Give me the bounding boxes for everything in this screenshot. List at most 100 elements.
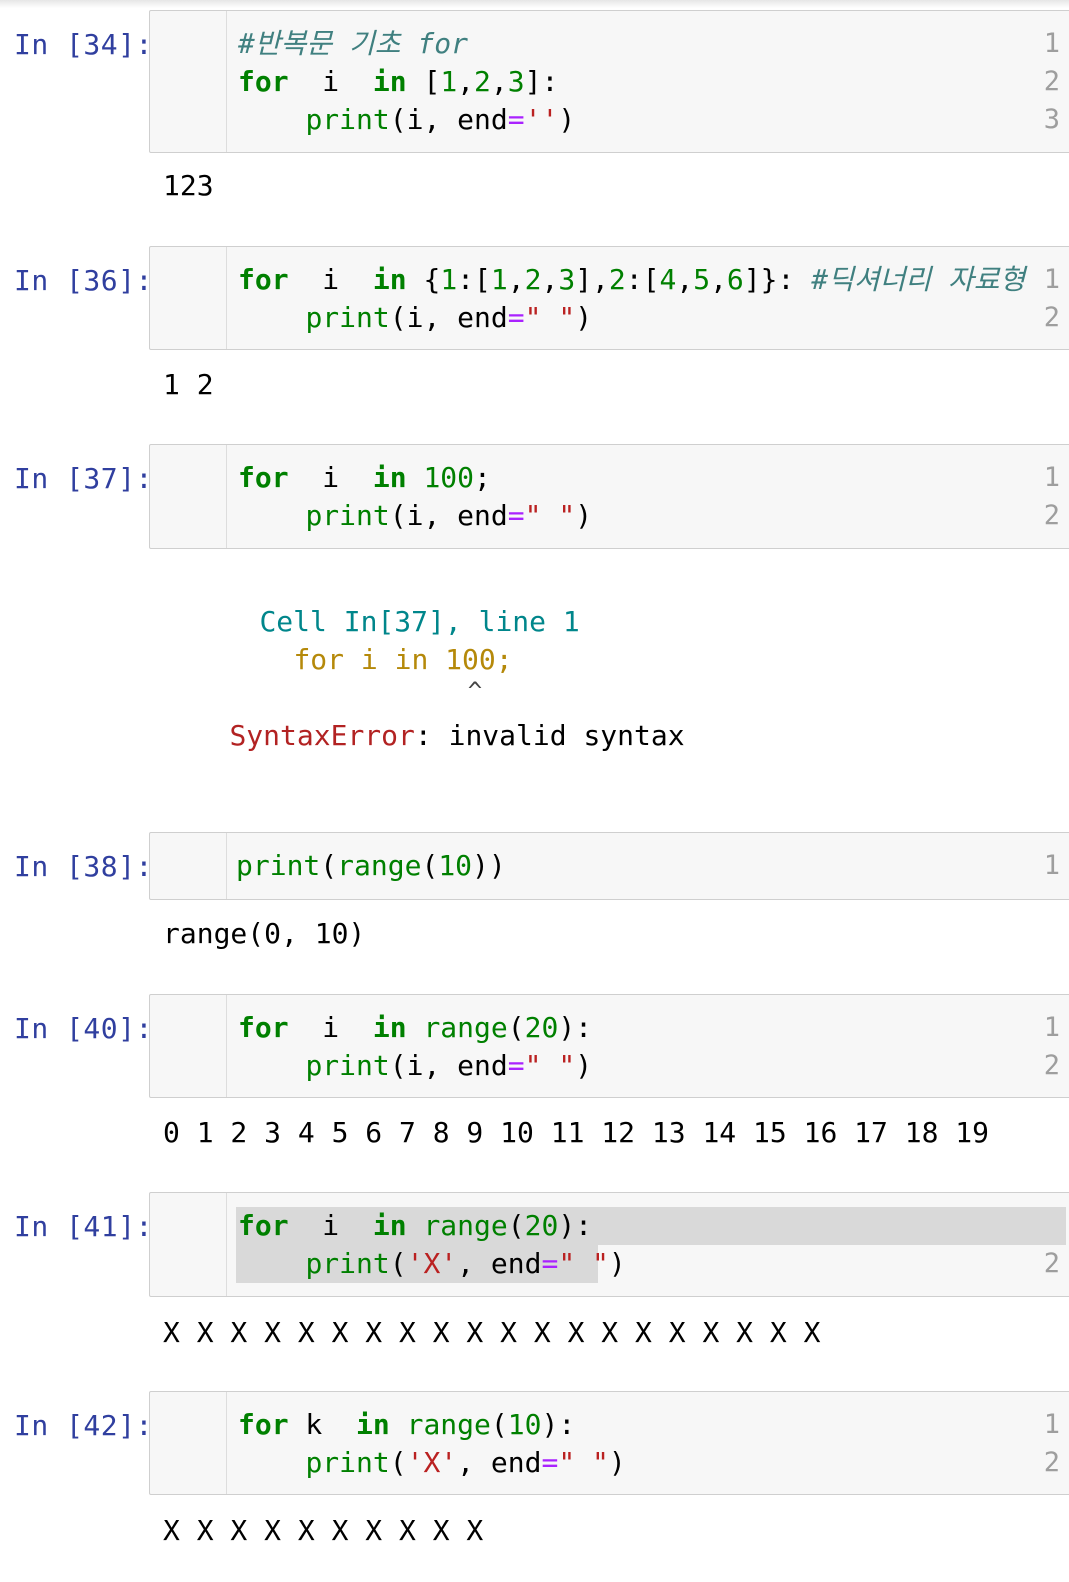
line-number: 1 [1043, 850, 1060, 881]
line-number: 2 [1043, 66, 1060, 97]
code-token: , end [457, 1446, 542, 1479]
code-token: in [356, 1408, 390, 1441]
notebook-top-shadow [0, 0, 1069, 8]
code-token: in [372, 1011, 407, 1044]
code-line: for i in {1:[1,2,3],2:[4,5,6]}: #딕셔너리 자료… [238, 261, 1025, 299]
code-token: 1 [440, 263, 458, 296]
code-token: for [238, 65, 289, 98]
code-token: in [372, 1209, 407, 1242]
line-number: 2 [1043, 500, 1060, 531]
cell-output: 0 1 2 3 4 5 6 7 8 9 10 11 12 13 14 15 16… [163, 1116, 990, 1149]
code-token: 20 [524, 1209, 559, 1242]
code-token: 1 [440, 65, 458, 98]
code-token: :[ [625, 263, 660, 296]
code-line: print(i, end=" ") [238, 1047, 592, 1085]
code-token: print [305, 1247, 390, 1280]
code-token: , [507, 263, 525, 296]
code-token: ) [558, 103, 576, 136]
line-number: 2 [1043, 1447, 1060, 1478]
code-token: '' [524, 103, 559, 136]
code-token: " " [558, 1446, 609, 1479]
code-input[interactable]: 1 2 for i in range(20): print(i, end=" "… [149, 994, 1069, 1098]
line-number: 3 [1043, 104, 1060, 135]
code-token: i [288, 263, 373, 296]
code-token: print [305, 1446, 390, 1479]
code-token: print [305, 103, 390, 136]
code-token: , [490, 65, 508, 98]
code-line: print('X', end=" ") [236, 1245, 626, 1283]
code-token: " " [524, 1049, 576, 1082]
code-token: 6 [726, 263, 744, 296]
code-token: , [457, 65, 475, 98]
cell-prompt: In [37]: [14, 462, 153, 495]
code-token: print [305, 301, 390, 334]
code-token: ; [474, 461, 491, 494]
code-token: (i, end [389, 301, 508, 334]
code-line: for i in 100; [238, 459, 491, 497]
code-input[interactable]: 1 2 for i in range(20): print('X', end="… [149, 1192, 1069, 1297]
code-input[interactable]: 1 2 for i in 100; print(i, end=" ") [149, 444, 1069, 549]
cell-prompt: In [41]: [14, 1210, 153, 1243]
code-token: ( [421, 849, 439, 882]
line-number-gutter [150, 995, 227, 1097]
line-number-gutter [150, 11, 227, 152]
code-token: 1 [490, 263, 508, 296]
code-token: 10 [507, 1408, 542, 1441]
cell-prompt: In [38]: [14, 850, 153, 883]
code-token: (i, end [389, 103, 508, 136]
code-token: #반복문 기초 for [238, 27, 468, 60]
code-token: in [372, 65, 407, 98]
code-token: ( [507, 1209, 525, 1242]
code-token: )) [472, 849, 506, 882]
code-token: = [507, 301, 525, 334]
line-number: 1 [1043, 264, 1060, 295]
code-token: 2 [608, 263, 626, 296]
code-input[interactable]: 1 print(range(10)) [149, 832, 1069, 900]
cell-output: range(0, 10) [163, 917, 366, 950]
code-token: 3 [507, 65, 525, 98]
line-number-gutter [150, 833, 227, 899]
code-token: 2 [524, 263, 542, 296]
line-number: 1 [1043, 462, 1060, 493]
code-token: :[ [457, 263, 491, 296]
code-token: ): [558, 1209, 593, 1242]
code-input[interactable]: 1 2 for i in {1:[1,2,3],2:[4,5,6]}: #딕셔너… [149, 246, 1069, 350]
code-line: for i in [1,2,3]: [238, 63, 558, 101]
code-input[interactable]: 1 2 3 #반복문 기초 for for i in [1,2,3]: prin… [149, 10, 1069, 153]
line-number-gutter [150, 1392, 227, 1494]
code-token: range [406, 1408, 491, 1441]
cell-prompt: In [34]: [14, 28, 153, 61]
code-token: 2 [474, 65, 491, 98]
code-token: print [305, 1049, 390, 1082]
code-token: ) [575, 301, 593, 334]
line-number-gutter [150, 445, 227, 548]
code-token: 3 [558, 263, 576, 296]
code-token: [ [406, 65, 441, 98]
code-token: for [238, 1209, 289, 1242]
code-line: print(range(10)) [236, 847, 506, 885]
code-input[interactable]: 1 2 for k in range(10): print('X', end="… [149, 1391, 1069, 1495]
cell-output: X X X X X X X X X X X X X X X X X X X X [163, 1316, 821, 1349]
code-token: 100 [406, 461, 475, 494]
code-token: = [507, 1049, 525, 1082]
code-token: = [507, 103, 525, 136]
code-token: for [238, 1011, 289, 1044]
code-token: ) [575, 499, 593, 532]
code-token: ) [608, 1247, 626, 1280]
cell-prompt: In [36]: [14, 264, 153, 297]
code-token: range [423, 1011, 508, 1044]
code-token: ]}: [743, 263, 812, 296]
code-token: k [288, 1408, 357, 1441]
code-token: for [238, 461, 289, 494]
code-token: in [372, 263, 407, 296]
code-token: i [288, 65, 373, 98]
code-token: print [236, 849, 321, 882]
code-token: in [372, 461, 407, 494]
code-token: " " [558, 1247, 609, 1280]
code-line: print(i, end=" ") [238, 497, 592, 535]
